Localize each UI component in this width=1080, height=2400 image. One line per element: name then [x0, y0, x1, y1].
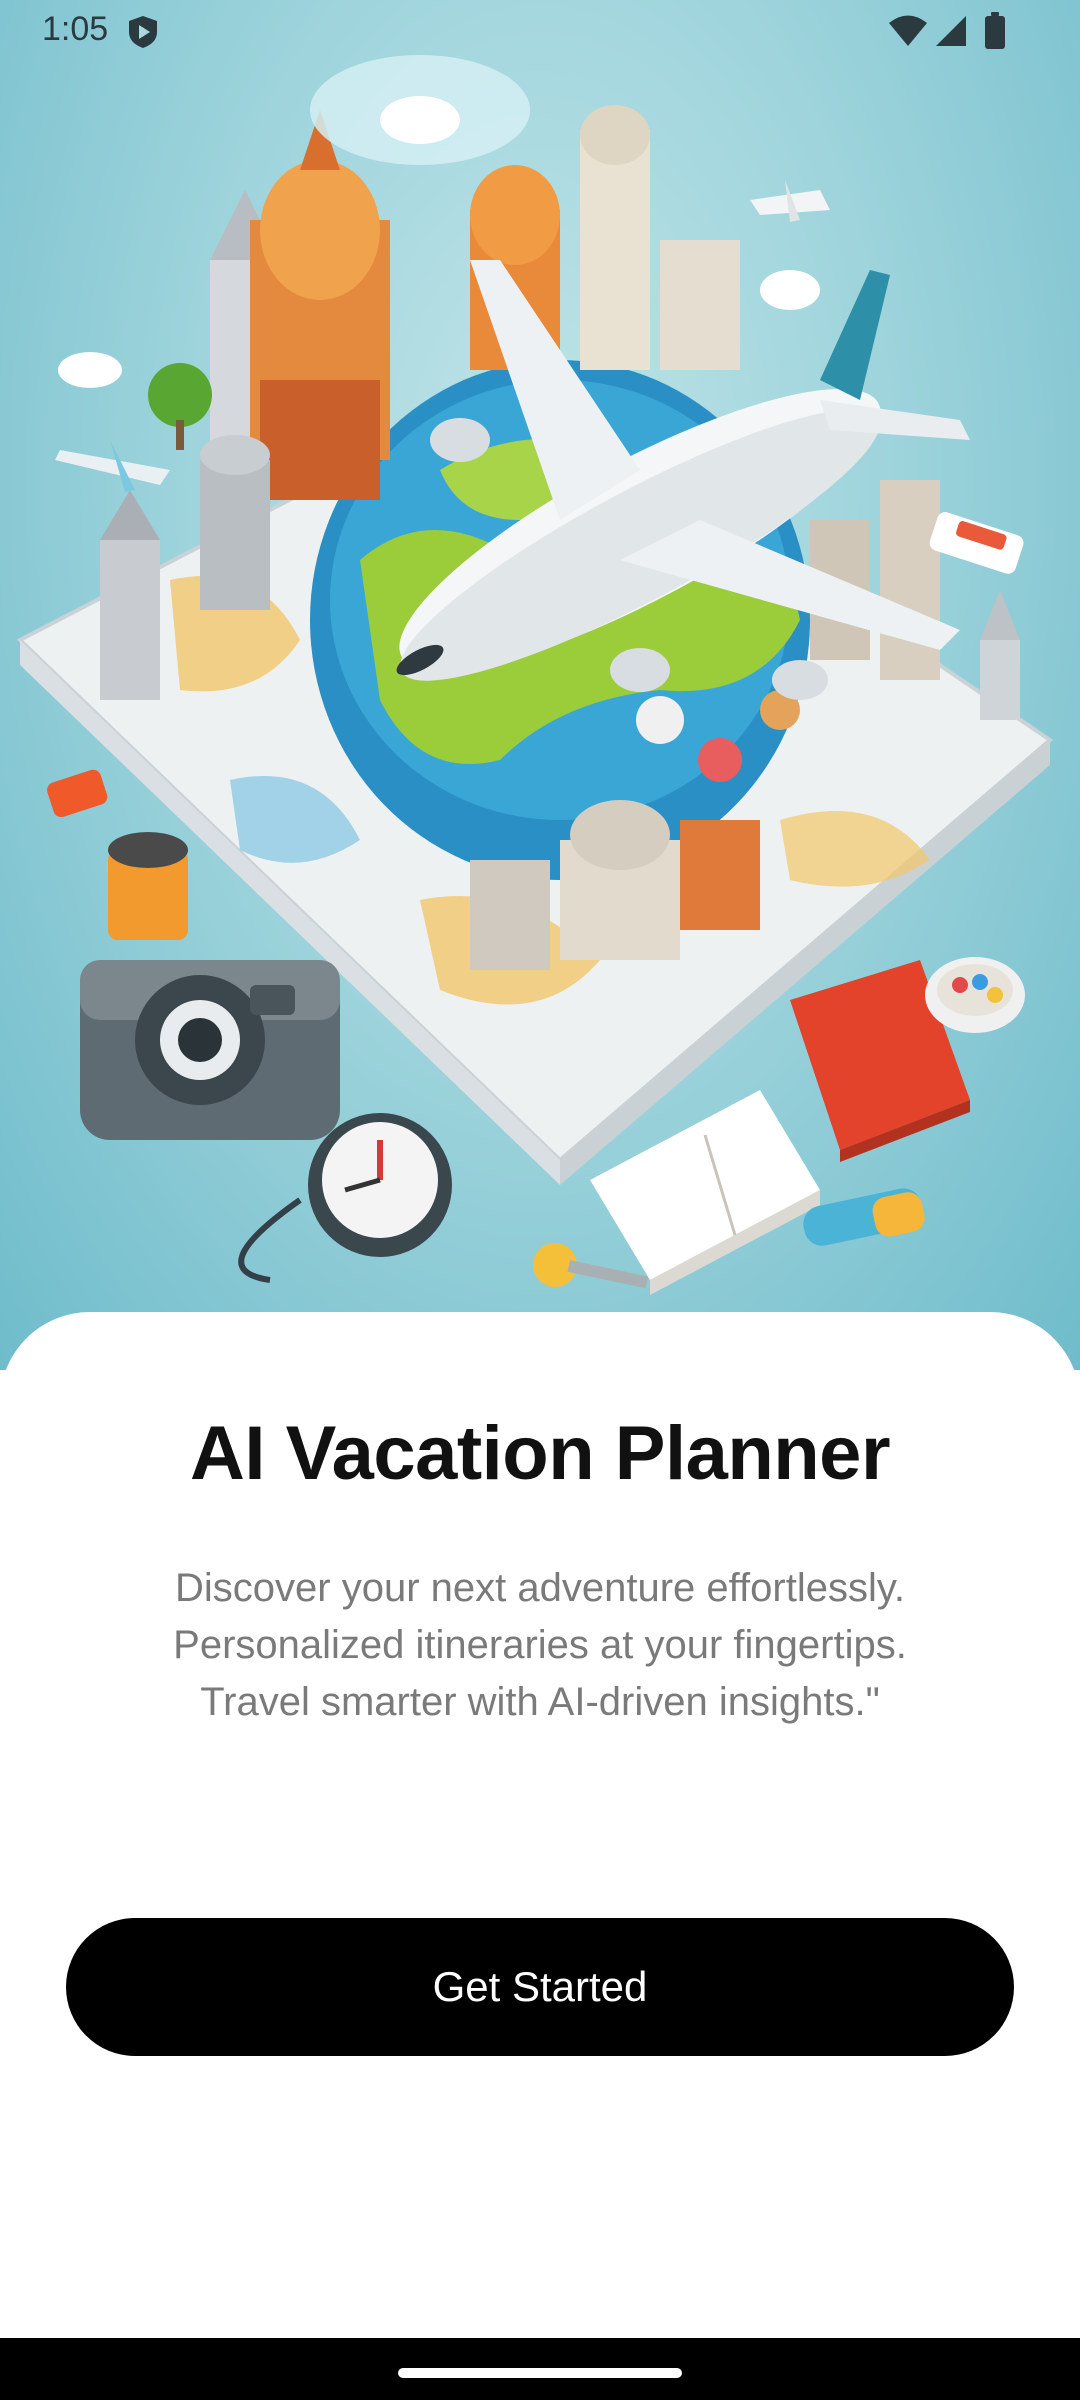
- wifi-icon: [888, 14, 928, 53]
- page-title: AI Vacation Planner: [189, 1411, 891, 1496]
- home-indicator[interactable]: [398, 2368, 682, 2378]
- onboarding-screen: 1:05 AI Vacation Planner Discover your n…: [0, 0, 1080, 2400]
- shield-icon: [126, 14, 160, 55]
- travel-illustration: [16, 55, 1054, 1295]
- description-line: Travel smarter with AI-driven insights.": [200, 1680, 880, 1724]
- hero-illustration: [0, 0, 1080, 1370]
- battery-icon: [984, 12, 1006, 55]
- status-bar: 1:05: [0, 0, 1080, 60]
- cellular-signal-icon: [934, 14, 968, 53]
- status-time: 1:05: [42, 10, 109, 48]
- navigation-bar: [0, 2338, 1080, 2400]
- get-started-button[interactable]: Get Started: [66, 1918, 1014, 2056]
- description: Discover your next adventure effortlessl…: [90, 1560, 990, 1731]
- description-line: Personalized itineraries at your fingert…: [173, 1623, 907, 1667]
- description-line: Discover your next adventure effortlessl…: [175, 1566, 905, 1610]
